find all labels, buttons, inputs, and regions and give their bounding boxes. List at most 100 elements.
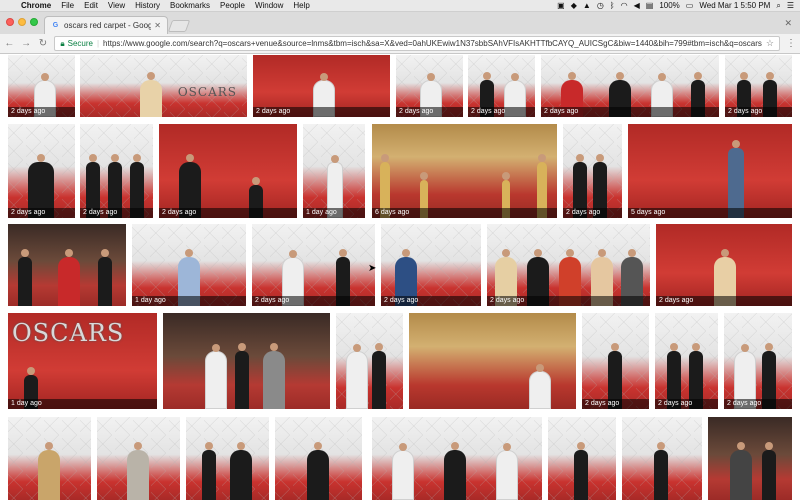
- image-result[interactable]: 2 days ago: [725, 55, 792, 117]
- chrome-menu-icon[interactable]: ⋮: [786, 38, 796, 49]
- maximize-window-button[interactable]: [30, 18, 38, 26]
- result-age-caption: 2 days ago: [252, 296, 375, 306]
- result-age-caption: 1 day ago: [303, 208, 365, 218]
- image-result[interactable]: 2 days ago: [541, 55, 719, 117]
- close-tab-icon[interactable]: ✕: [154, 21, 161, 30]
- bookmark-star-icon[interactable]: ☆: [766, 38, 774, 49]
- clock[interactable]: Wed Mar 1 5:50 PM: [699, 1, 770, 10]
- image-result[interactable]: [186, 417, 269, 500]
- celebrity-figure: [307, 442, 329, 500]
- image-result[interactable]: 2 days ago: [381, 224, 481, 306]
- image-result[interactable]: 2 days ago: [159, 124, 297, 218]
- image-result[interactable]: 2 days ago: [468, 55, 535, 117]
- image-result[interactable]: 2 days ago: [724, 313, 792, 409]
- image-result[interactable]: 2 days ago: [396, 55, 463, 117]
- celebrity-figure: [574, 442, 588, 500]
- forward-arrow-icon[interactable]: →: [21, 38, 32, 49]
- wifi-icon[interactable]: ◠: [621, 1, 628, 10]
- celebrity-figure: [346, 344, 368, 409]
- volume-icon[interactable]: ◀: [634, 1, 640, 10]
- result-age-caption: 2 days ago: [8, 107, 75, 117]
- backdrop-pattern: [252, 224, 375, 306]
- menu-bookmarks[interactable]: Bookmarks: [165, 1, 215, 10]
- menu-window[interactable]: Window: [250, 1, 288, 10]
- image-result[interactable]: 1 day ago: [303, 124, 365, 218]
- result-age-caption: 2 days ago: [487, 296, 650, 306]
- image-result[interactable]: 2 days ago: [8, 124, 75, 218]
- celebrity-figure: [762, 442, 776, 500]
- close-icon[interactable]: ✕: [784, 18, 792, 29]
- celebrity-figure: [140, 71, 162, 117]
- dropbox-icon[interactable]: ◆: [571, 1, 577, 10]
- tab-google-search[interactable]: G oscars red carpet - Google Se ✕: [44, 16, 168, 34]
- menu-help[interactable]: Help: [288, 1, 314, 10]
- image-result[interactable]: [8, 224, 126, 306]
- mouse-cursor-icon: ➤: [368, 263, 377, 274]
- drive-icon[interactable]: ▲: [583, 1, 591, 10]
- image-result[interactable]: [548, 417, 616, 500]
- back-arrow-icon[interactable]: ←: [4, 38, 15, 49]
- image-result[interactable]: 2 days ago: [8, 55, 75, 117]
- minimize-window-button[interactable]: [18, 18, 26, 26]
- celebrity-figure: [730, 442, 752, 500]
- image-result[interactable]: [708, 417, 792, 500]
- image-result[interactable]: OSCARS 1 day ago: [8, 313, 157, 409]
- tab-strip: G oscars red carpet - Google Se ✕ ✕: [0, 12, 800, 34]
- browser-toolbar: ← → ↻ 🔒︎ Secure | https://www.google.com…: [0, 34, 800, 54]
- image-result[interactable]: 2 days ago: [655, 313, 718, 409]
- status-area: ▣ ◆ ▲ ◷ ᛒ ◠ ◀ ▤ 100% ▭ Wed Mar 1 5:50 PM…: [557, 1, 800, 11]
- image-result[interactable]: [97, 417, 180, 500]
- notification-center-icon[interactable]: ☰: [787, 1, 794, 10]
- bluetooth-icon[interactable]: ᛒ: [610, 1, 615, 10]
- menu-view[interactable]: View: [103, 1, 130, 10]
- image-result[interactable]: [8, 417, 91, 500]
- address-bar[interactable]: 🔒︎ Secure | https://www.google.com/searc…: [54, 36, 780, 51]
- menu-history[interactable]: History: [130, 1, 165, 10]
- new-tab-button[interactable]: [167, 20, 191, 32]
- celebrity-figure: [444, 442, 466, 500]
- image-result[interactable]: [622, 417, 702, 500]
- close-window-button[interactable]: [6, 18, 14, 26]
- macos-menu-bar: Chrome File Edit View History Bookmarks …: [0, 0, 800, 12]
- image-result[interactable]: [409, 313, 576, 409]
- reload-icon[interactable]: ↻: [38, 38, 49, 49]
- search-icon[interactable]: ⌕: [776, 1, 780, 11]
- result-age-caption: 2 days ago: [468, 107, 535, 117]
- battery-percent[interactable]: 100%: [659, 1, 679, 10]
- celebrity-figure: [654, 442, 668, 500]
- menu-edit[interactable]: Edit: [79, 1, 103, 10]
- image-result[interactable]: 5 days ago: [628, 124, 792, 218]
- celebrity-figure: [235, 343, 249, 409]
- result-age-caption: 5 days ago: [628, 208, 792, 218]
- screen-icon[interactable]: ▣: [557, 1, 565, 10]
- url-text[interactable]: https://www.google.com/search?q=oscars+v…: [103, 39, 762, 48]
- image-result[interactable]: [372, 417, 542, 500]
- image-result[interactable]: 1 day ago: [132, 224, 246, 306]
- celebrity-figure: [205, 344, 227, 409]
- celebrity-figure: [38, 442, 60, 500]
- image-result[interactable]: 2 days ago: [253, 55, 390, 117]
- result-age-caption: 2 days ago: [253, 107, 390, 117]
- menu-app-chrome[interactable]: Chrome: [16, 1, 56, 10]
- image-result[interactable]: OSCARS: [80, 55, 247, 117]
- menu-file[interactable]: File: [56, 1, 79, 10]
- image-result[interactable]: 2 days ago: [80, 124, 153, 218]
- image-result[interactable]: 2 days ago: [563, 124, 622, 218]
- image-result[interactable]: [336, 313, 403, 409]
- image-result[interactable]: [275, 417, 362, 500]
- image-result[interactable]: 2 days ago: [487, 224, 650, 306]
- secure-label: Secure: [67, 39, 93, 48]
- oscars-backdrop-logo: OSCARS: [177, 85, 237, 99]
- image-result[interactable]: 2 days ago: [582, 313, 649, 409]
- image-result[interactable]: 6 days ago: [372, 124, 557, 218]
- image-result[interactable]: [163, 313, 330, 409]
- lock-icon[interactable]: 🔒︎: [60, 39, 64, 49]
- celebrity-figure: [230, 442, 252, 500]
- timemachine-icon[interactable]: ◷: [597, 1, 604, 10]
- image-result[interactable]: 2 days ago: [252, 224, 375, 306]
- image-result[interactable]: 2 days ago: [656, 224, 792, 306]
- flag-icon[interactable]: ▤: [646, 1, 654, 10]
- celebrity-figure: [529, 363, 551, 409]
- menu-people[interactable]: People: [215, 1, 250, 10]
- battery-icon[interactable]: ▭: [686, 1, 694, 10]
